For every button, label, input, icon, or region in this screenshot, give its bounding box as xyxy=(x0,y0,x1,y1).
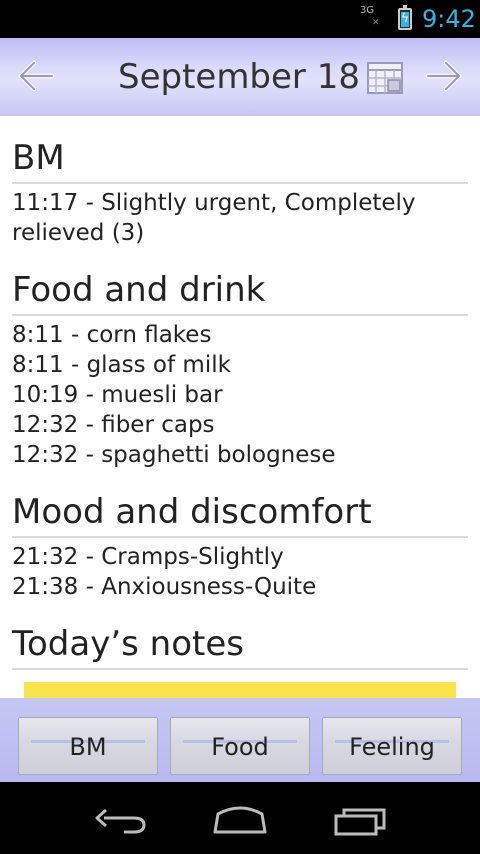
section-title: Today’s notes xyxy=(12,624,244,664)
status-time: 9:42 xyxy=(422,5,476,33)
list-item[interactable]: 11:17 - Slightly urgent, Completely reli… xyxy=(12,188,468,248)
notes-section: Today’s notes xyxy=(12,620,468,670)
current-date: September 18 xyxy=(117,57,360,97)
button-label: Food xyxy=(211,733,269,761)
button-label: BM xyxy=(69,733,107,761)
add-entry-bar: BM Food Feeling xyxy=(0,698,480,782)
list-item[interactable]: 8:11 - corn flakes xyxy=(12,320,468,350)
arrow-left-icon[interactable] xyxy=(16,56,56,96)
back-icon[interactable] xyxy=(90,800,150,838)
list-item[interactable]: 21:38 - Anxiousness-Quite xyxy=(12,572,468,602)
notes-field[interactable] xyxy=(24,682,456,698)
system-nav-bar xyxy=(0,782,480,854)
recent-apps-icon[interactable] xyxy=(332,800,392,838)
battery-charging-icon: ϟ xyxy=(398,5,412,30)
bm-section: BM 11:17 - Slightly urgent, Completely r… xyxy=(12,134,468,248)
add-feeling-button[interactable]: Feeling xyxy=(322,717,462,775)
list-item[interactable]: 21:32 - Cramps-Slightly xyxy=(12,542,468,572)
network-indicator: 3G ✕ xyxy=(360,5,380,29)
list-item[interactable]: 12:32 - spaghetti bolognese xyxy=(12,440,468,470)
home-icon[interactable] xyxy=(210,800,270,838)
calendar-icon[interactable] xyxy=(366,58,404,96)
status-bar: 3G ✕ ϟ 9:42 xyxy=(0,0,480,38)
section-title: BM xyxy=(12,138,65,178)
mood-section: Mood and discomfort 21:32 - Cramps-Sligh… xyxy=(12,488,468,602)
list-item[interactable]: 8:11 - glass of milk xyxy=(12,350,468,380)
list-item[interactable]: 10:19 - muesli bar xyxy=(12,380,468,410)
arrow-right-icon[interactable] xyxy=(424,56,464,96)
section-title: Mood and discomfort xyxy=(12,492,372,532)
button-label: Feeling xyxy=(349,733,435,761)
no-signal-icon: ✕ xyxy=(372,18,380,28)
add-food-button[interactable]: Food xyxy=(170,717,310,775)
network-type: 3G xyxy=(360,5,375,16)
date-header: September 18 xyxy=(0,38,480,116)
list-item[interactable]: 12:32 - fiber caps xyxy=(12,410,468,440)
section-title: Food and drink xyxy=(12,270,266,310)
add-bm-button[interactable]: BM xyxy=(18,717,158,775)
divider xyxy=(12,668,468,670)
food-section: Food and drink 8:11 - corn flakes 8:11 -… xyxy=(12,266,468,470)
day-log[interactable]: BM 11:17 - Slightly urgent, Completely r… xyxy=(0,116,480,698)
